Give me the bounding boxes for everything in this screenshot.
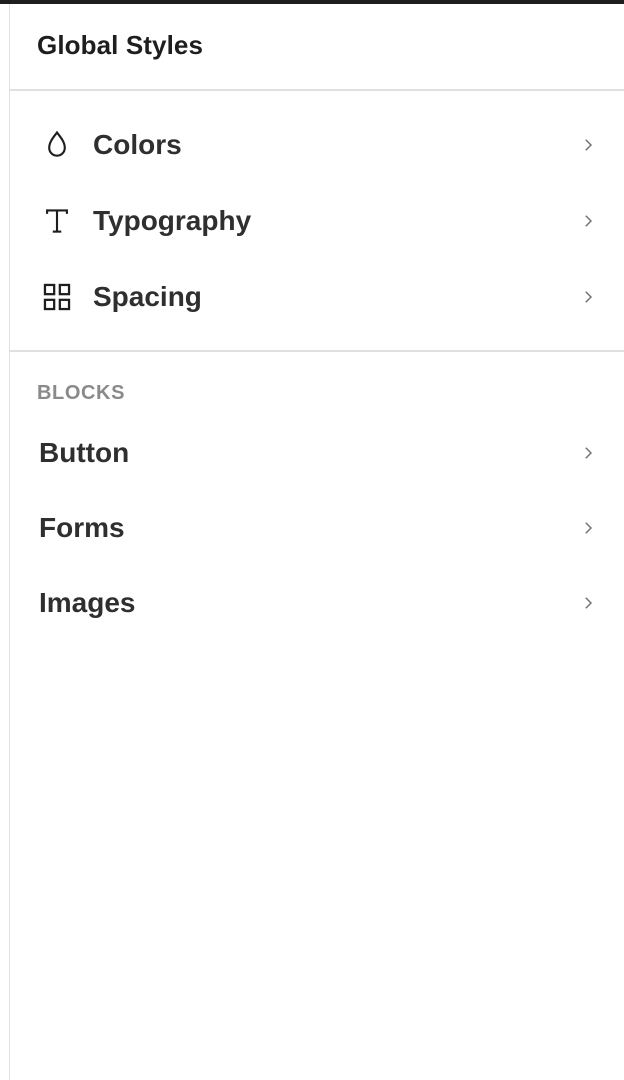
nav-item-label: Typography: [93, 205, 252, 236]
chevron-right-icon: [576, 133, 600, 157]
block-item-forms[interactable]: Forms: [10, 490, 624, 565]
page-title: Global Styles: [37, 30, 204, 60]
chevron-right-icon: [576, 209, 600, 233]
grid-layout-icon: [37, 277, 77, 317]
nav-item-typography[interactable]: Typography: [10, 183, 624, 259]
panel-header: Global Styles: [10, 4, 624, 91]
nav-item-colors[interactable]: Colors: [10, 107, 624, 183]
blocks-list: Button Forms Images: [10, 415, 624, 640]
chevron-right-icon: [576, 516, 600, 540]
block-item-images[interactable]: Images: [10, 565, 624, 640]
nav-item-spacing[interactable]: Spacing: [10, 259, 624, 335]
chevron-right-icon: [576, 441, 600, 465]
block-item-button[interactable]: Button: [10, 415, 624, 490]
droplet-icon: [37, 125, 77, 165]
block-item-label: Button: [39, 436, 130, 468]
block-item-label: Forms: [39, 511, 125, 543]
nav-item-label: Colors: [93, 129, 182, 160]
typography-icon: [37, 201, 77, 241]
chevron-right-icon: [576, 591, 600, 615]
blocks-section-heading: BLOCKS: [37, 382, 126, 404]
global-styles-panel: Global Styles Colors Typography Spacing …: [9, 4, 624, 1080]
general-styles-section: Colors Typography Spacing: [10, 91, 624, 352]
block-item-label: Images: [39, 586, 136, 618]
chevron-right-icon: [576, 285, 600, 309]
nav-item-label: Spacing: [93, 281, 202, 312]
